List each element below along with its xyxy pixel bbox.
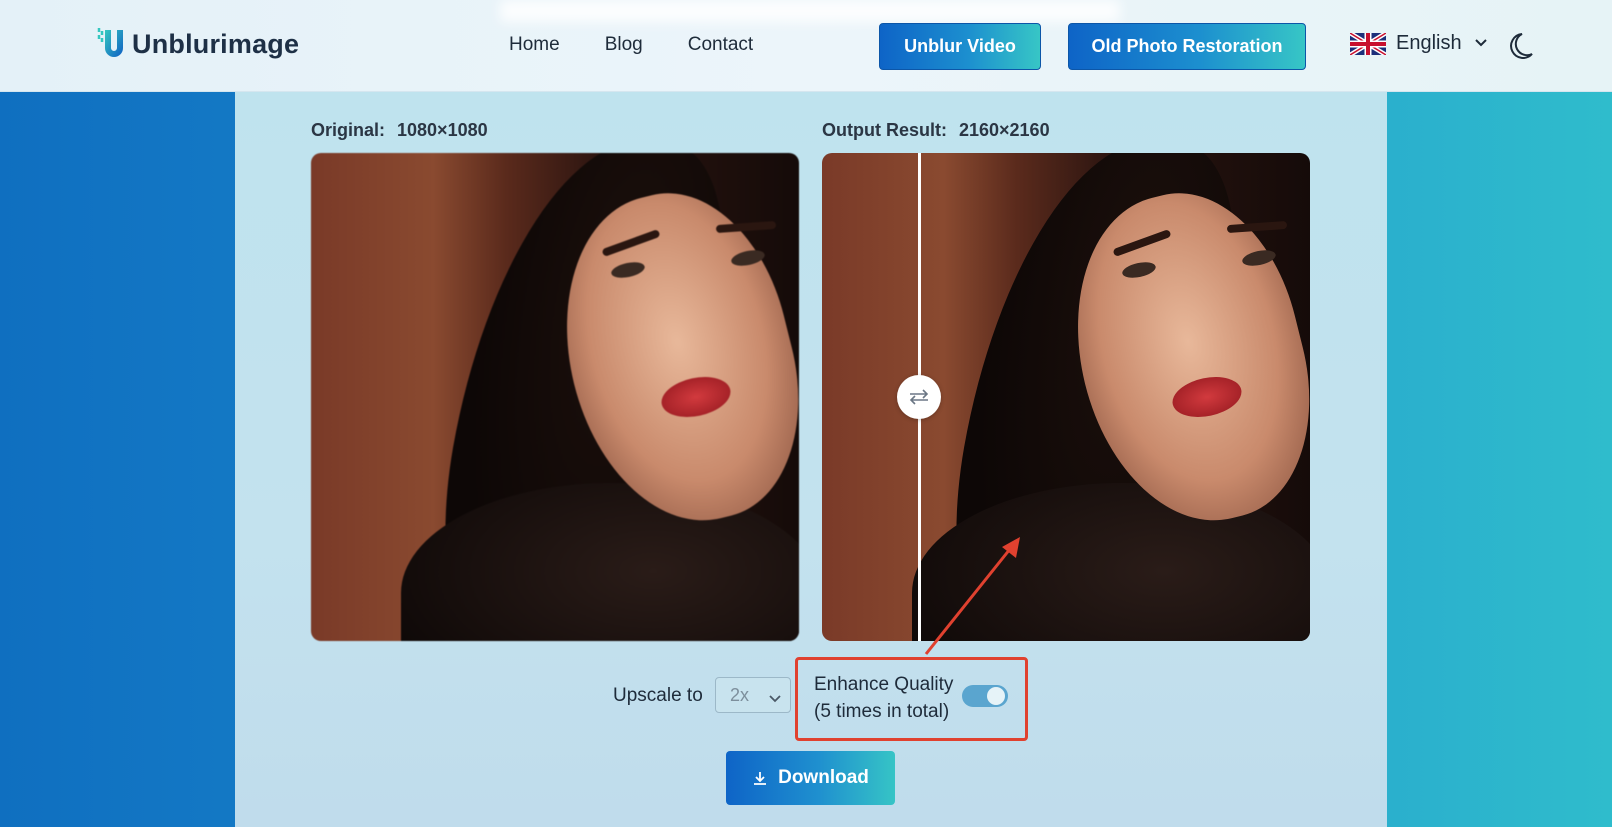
toggle-knob: [987, 687, 1005, 705]
enhance-quota: (5 times in total): [814, 701, 950, 722]
nav-contact[interactable]: Contact: [688, 34, 753, 56]
compare-slider-handle[interactable]: [897, 375, 941, 419]
language-selector[interactable]: English: [1350, 32, 1488, 55]
enhance-quality-label: Enhance Quality (5 times in total): [814, 671, 953, 725]
old-photo-restoration-button[interactable]: Old Photo Restoration: [1068, 23, 1306, 70]
output-dimensions: 2160×2160: [958, 120, 1050, 140]
nav-blog[interactable]: Blog: [605, 34, 643, 56]
dark-mode-moon-icon[interactable]: [1508, 32, 1534, 65]
original-label: Original: 1080×1080: [311, 120, 488, 140]
header-glow: [500, 0, 1120, 22]
upscale-value: 2x: [730, 684, 750, 705]
language-label: English: [1396, 32, 1462, 54]
output-image[interactable]: [822, 153, 1310, 641]
swap-arrows-icon: [909, 389, 929, 405]
upscale-label: Upscale to: [613, 685, 703, 706]
chevron-down-icon: [1474, 35, 1488, 53]
download-icon: [754, 772, 767, 785]
original-dimensions: 1080×1080: [397, 120, 488, 140]
brand-logo[interactable]: Unblurimage: [96, 26, 299, 62]
download-button[interactable]: Download: [726, 751, 895, 805]
unblur-video-button[interactable]: Unblur Video: [879, 23, 1041, 70]
annotation-arrow-icon: [924, 537, 1020, 655]
main-nav: Home Blog Contact: [509, 34, 798, 56]
uk-flag-icon: [1350, 32, 1386, 55]
original-image: [311, 153, 799, 641]
upscale-select[interactable]: 2x: [715, 677, 791, 713]
chevron-down-icon: [768, 688, 782, 709]
enhance-quality-toggle[interactable]: [962, 685, 1008, 707]
brand-name: Unblurimage: [132, 28, 300, 59]
logo-u-icon: [96, 26, 126, 62]
nav-home[interactable]: Home: [509, 34, 560, 56]
site-header: Unblurimage Home Blog Contact Unblur Vid…: [0, 0, 1612, 92]
output-label: Output Result: 2160×2160: [822, 120, 1050, 140]
